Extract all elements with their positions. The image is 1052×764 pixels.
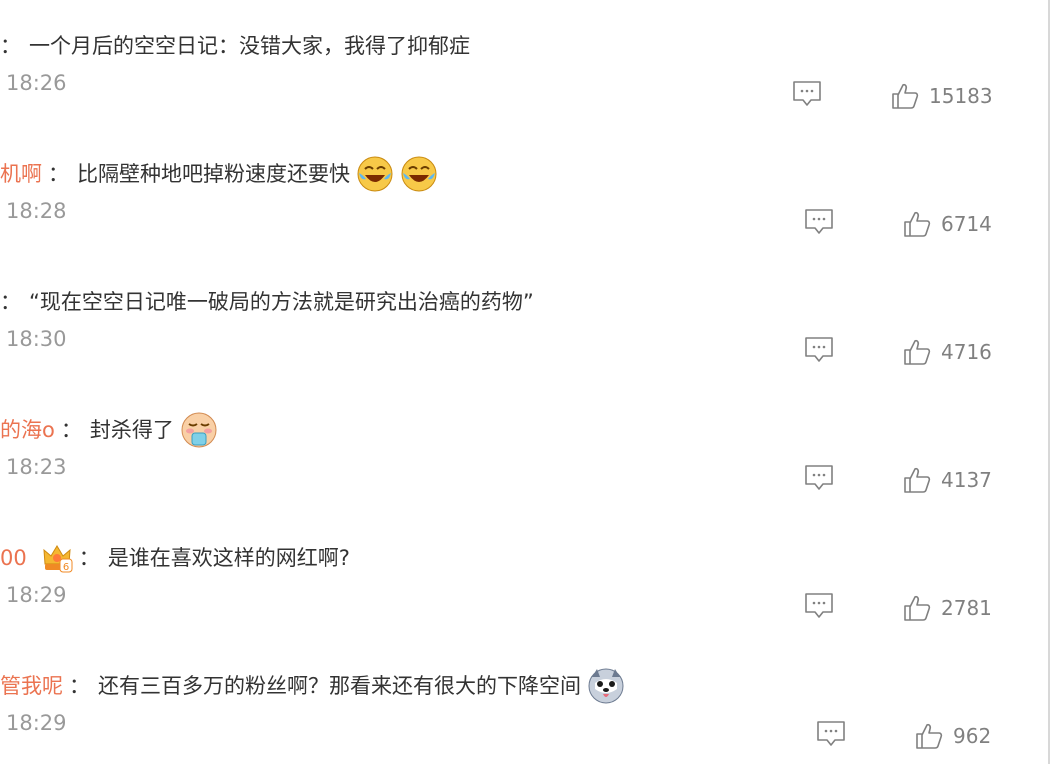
comment-icon (805, 337, 833, 362)
comment-text-line: 00 6 ： 是谁在喜欢这样的网红啊? (0, 540, 350, 576)
comment-text-line: ： “现在空空日记唯一破局的方法就是研究出治癌的药物” (0, 284, 534, 320)
svg-text:6: 6 (63, 562, 69, 573)
thumbs-up-icon (916, 723, 943, 749)
comment-colon: ： (60, 418, 82, 442)
comment-text-line: 管我呢 ： 还有三百多万的粉丝啊？那看来还有很大的下降空间 (0, 668, 625, 704)
comment-colon: ： (48, 162, 69, 186)
like-button[interactable]: 4716 (903, 337, 992, 367)
comment-icon (805, 593, 833, 618)
comment-item: 的海o ： 封杀得了 18:23 4137 (0, 412, 1048, 532)
scrollbar-edge (1048, 0, 1050, 764)
comment-text-line: 机啊 ： 比隔壁种地吧掉粉速度还要快 (0, 156, 438, 192)
comment-text-line: 的海o ： 封杀得了 (0, 412, 218, 448)
like-count: 962 (953, 724, 992, 748)
comment-icon (805, 465, 833, 490)
thumbs-up-icon (904, 211, 931, 237)
vomit-emoji (180, 411, 218, 449)
vip-crown-badge-icon: 6 (41, 542, 73, 574)
comment-username[interactable]: 00 (0, 540, 27, 576)
like-count: 2781 (941, 596, 992, 620)
comment-text-line: ： 一个月后的空空日记：没错大家，我得了抑郁症 (0, 28, 470, 64)
comment-username[interactable]: 机啊 (0, 156, 42, 192)
laugh-cry-emoji (400, 155, 438, 193)
comment-colon: ： (0, 34, 21, 58)
like-button[interactable]: 6714 (903, 209, 992, 239)
comment-colon: ： (78, 546, 100, 570)
comment-username[interactable]: 的海o (0, 412, 55, 448)
comment-colon: ： (69, 674, 90, 698)
comment-time: 18:26 (6, 71, 67, 95)
comment-body: “现在空空日记唯一破局的方法就是研究出治癌的药物” (29, 290, 534, 314)
reply-button[interactable] (804, 208, 834, 236)
husky-dog-emoji (587, 667, 625, 705)
like-button[interactable]: 962 (915, 721, 991, 751)
comment-list: ： 一个月后的空空日记：没错大家，我得了抑郁症 18:26 15183 机啊 ：… (0, 0, 1052, 764)
comment-body: 一个月后的空空日记：没错大家，我得了抑郁症 (29, 34, 470, 58)
reply-button[interactable] (816, 720, 846, 748)
like-button[interactable]: 15183 (891, 81, 993, 111)
comment-item: ： “现在空空日记唯一破局的方法就是研究出治癌的药物” 18:30 4716 (0, 284, 1048, 404)
comment-body: 封杀得了 (89, 418, 174, 442)
like-count: 6714 (941, 212, 992, 236)
thumbs-up-icon (904, 467, 931, 493)
comment-item: 00 6 ： 是谁在喜欢这样的网红啊? 18:29 2781 (0, 540, 1048, 660)
comment-time: 18:28 (6, 199, 67, 223)
comment-time: 18:29 (6, 583, 67, 607)
comment-colon: ： (0, 290, 21, 314)
comment-body: 比隔壁种地吧掉粉速度还要快 (77, 162, 350, 186)
comment-body: 是谁在喜欢这样的网红啊? (107, 546, 350, 570)
laugh-cry-emoji (356, 155, 394, 193)
thumbs-up-icon (904, 339, 931, 365)
like-count: 4137 (941, 468, 992, 492)
comment-icon (793, 81, 821, 106)
thumbs-up-icon (892, 83, 919, 109)
comment-time: 18:29 (6, 711, 67, 735)
like-button[interactable]: 2781 (903, 593, 992, 623)
comment-time: 18:30 (6, 327, 67, 351)
reply-button[interactable] (804, 464, 834, 492)
comment-item: ： 一个月后的空空日记：没错大家，我得了抑郁症 18:26 15183 (0, 28, 1048, 148)
comment-item: 机啊 ： 比隔壁种地吧掉粉速度还要快 18:28 6714 (0, 156, 1048, 276)
thumbs-up-icon (904, 595, 931, 621)
comment-username[interactable]: 管我呢 (0, 668, 63, 704)
reply-button[interactable] (804, 336, 834, 364)
comment-icon (805, 209, 833, 234)
like-count: 4716 (941, 340, 992, 364)
reply-button[interactable] (792, 80, 822, 108)
like-count: 15183 (929, 84, 993, 108)
comment-time: 18:23 (6, 455, 67, 479)
reply-button[interactable] (804, 592, 834, 620)
comment-item: 管我呢 ： 还有三百多万的粉丝啊？那看来还有很大的下降空间 18:29 962 (0, 668, 1048, 764)
like-button[interactable]: 4137 (903, 465, 992, 495)
comment-icon (817, 721, 845, 746)
comment-body: 还有三百多万的粉丝啊？那看来还有很大的下降空间 (98, 674, 581, 698)
